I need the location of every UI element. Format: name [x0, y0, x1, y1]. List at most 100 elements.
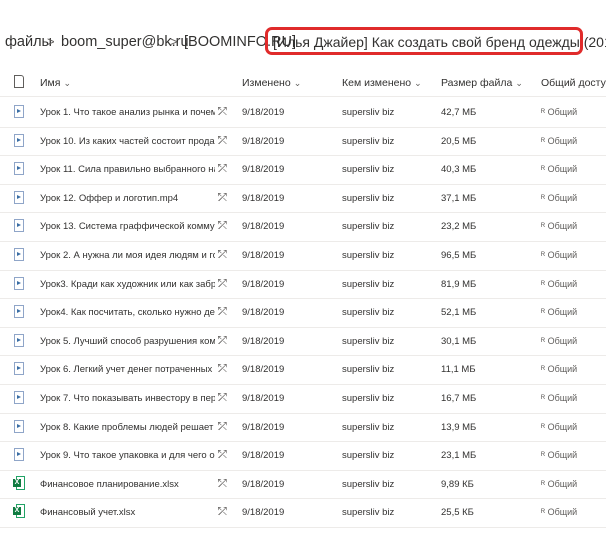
file-size: 25,5 КБ: [441, 507, 474, 519]
file-name-link[interactable]: Урок 6. Легкий учет денег потраченных ил…: [40, 364, 215, 375]
file-row[interactable]: Урок 11. Сила правильно выбранного наз..…: [0, 155, 606, 185]
file-type-header-icon[interactable]: [14, 75, 24, 88]
share-icon[interactable]: ⤱: [218, 306, 227, 319]
file-row[interactable]: Урок 12. Оффер и логотип.mp4 ⤱ 9/18/2019 su…: [0, 184, 606, 214]
sharing-status: ᴿ Общий: [541, 450, 577, 460]
sharing-status: ᴿ Общий: [541, 507, 577, 517]
modified-date: 9/18/2019: [242, 164, 285, 176]
share-icon[interactable]: ⤱: [218, 249, 227, 262]
file-row[interactable]: Урок 9. Что такое упаковка и для чего он…: [0, 441, 606, 471]
column-header-name[interactable]: Имя ⌄: [40, 77, 71, 89]
share-icon[interactable]: ⤱: [218, 335, 227, 348]
video-file-icon: [14, 333, 24, 347]
modified-date: 9/18/2019: [242, 250, 285, 261]
video-file-icon: [14, 190, 24, 204]
modified-by: supersliv biz: [342, 307, 395, 319]
share-icon[interactable]: ⤱: [218, 392, 227, 405]
sharing-status-label: Общий: [547, 107, 578, 117]
share-icon[interactable]: ⤱: [218, 135, 227, 148]
share-icon[interactable]: ⤱: [218, 478, 227, 491]
share-icon[interactable]: ⤱: [218, 192, 227, 205]
share-icon[interactable]: ⤱: [218, 220, 227, 233]
file-size: 13,9 МБ: [441, 421, 477, 433]
modified-by: supersliv biz: [342, 221, 395, 233]
file-name-link[interactable]: Урок 7. Что показывать инвестору в перв.…: [40, 393, 215, 404]
file-size: 42,7 МБ: [441, 107, 477, 118]
modified-date: 9/18/2019: [242, 278, 285, 290]
file-row[interactable]: Урок 7. Что показывать инвестору в перв.…: [0, 384, 606, 414]
video-file-icon: [14, 162, 24, 176]
file-size: 11,1 МБ: [441, 364, 476, 376]
file-row[interactable]: Урок 1. Что такое анализ рынка и почему …: [0, 98, 606, 128]
file-name-link[interactable]: Урок 2. А нужна ли моя идея людям и гот.…: [40, 250, 215, 261]
sharing-status-label: Общий: [547, 507, 578, 518]
file-name-link[interactable]: Урок4. Как посчитать, сколько нужно ден.…: [40, 307, 215, 318]
modified-by: supersliv biz: [342, 450, 395, 462]
file-row[interactable]: Урок3. Кради как художник или как забра.…: [0, 270, 606, 300]
file-name-link[interactable]: Урок3. Кради как художник или как забра.…: [40, 279, 215, 290]
file-row[interactable]: Урок 13. Система граффической коммуник..…: [0, 212, 606, 242]
sharing-status-label: Общий: [547, 135, 578, 146]
sharing-status: ᴿ Общий: [541, 479, 577, 489]
share-icon[interactable]: ⤱: [218, 363, 227, 376]
file-name-link[interactable]: Финансовое планирование.xlsx: [40, 479, 215, 490]
sharing-status-label: Общий: [547, 307, 578, 318]
file-name-link[interactable]: Урок 11. Сила правильно выбранного наз..…: [40, 164, 215, 175]
video-file-icon: [14, 105, 24, 118]
file-name-link[interactable]: Урок 1. Что такое анализ рынка и почему …: [40, 107, 215, 118]
sharing-status-label: Общий: [547, 250, 578, 260]
file-row[interactable]: Урок 5. Лучший способ разрушения компа..…: [0, 327, 606, 357]
file-name-link[interactable]: Урок 10. Из каких частей состоит продаю.…: [40, 136, 215, 147]
file-row[interactable]: Урок 2. А нужна ли моя идея людям и гот.…: [0, 241, 606, 271]
share-icon[interactable]: ⤱: [218, 506, 227, 519]
file-name-link[interactable]: Урок 5. Лучший способ разрушения компа..…: [40, 336, 215, 347]
column-header-access[interactable]: Общий доступ: [541, 77, 606, 89]
share-icon[interactable]: ⤱: [218, 163, 227, 176]
file-size: 52,1 МБ: [441, 307, 477, 319]
share-icon[interactable]: ⤱: [218, 421, 227, 434]
sharing-status: ᴿ Общий: [541, 250, 577, 260]
file-name-link[interactable]: Урок 13. Система граффической коммуник..…: [40, 221, 215, 232]
file-name-link[interactable]: Финансовый учет.xlsx: [40, 507, 215, 518]
excel-file-icon: X: [13, 475, 25, 490]
video-file-icon: [14, 391, 24, 404]
file-name-link[interactable]: Урок 12. Оффер и логотип.mp4: [40, 193, 215, 204]
video-file-icon: [14, 133, 24, 147]
file-size: 37,1 МБ: [441, 192, 477, 204]
file-row[interactable]: X Финансовый учет.xlsx ⤱ 9/18/2019 supersliv…: [0, 498, 606, 528]
file-row[interactable]: Урок4. Как посчитать, сколько нужно ден.…: [0, 298, 606, 328]
file-name-link[interactable]: Урок 9. Что такое упаковка и для чего он…: [40, 450, 215, 461]
modified-date: 9/18/2019: [242, 393, 285, 404]
file-row[interactable]: Урок 10. Из каких частей состоит продаю.…: [0, 127, 606, 157]
sharing-status: ᴿ Общий: [541, 336, 577, 346]
column-header-modified[interactable]: Изменено ⌄: [242, 77, 301, 89]
video-file-icon: [14, 248, 24, 261]
file-size: 23,2 МБ: [441, 221, 477, 233]
share-icon[interactable]: ⤱: [218, 278, 227, 291]
sharing-status-label: Общий: [547, 335, 578, 346]
sharing-status-label: Общий: [547, 221, 578, 232]
sharing-status-label: Общий: [547, 164, 578, 175]
share-icon[interactable]: ⤱: [218, 449, 227, 462]
file-row[interactable]: Урок 8. Какие проблемы людей решает о...…: [0, 413, 606, 443]
column-header-row: Имя ⌄ Изменено ⌄ Кем изменено ⌄ Размер файл…: [0, 66, 606, 97]
modified-date: 9/18/2019: [242, 335, 285, 347]
sharing-status: ᴿ Общий: [541, 164, 577, 174]
modified-date: 9/18/2019: [242, 107, 285, 118]
sharing-status: ᴿ Общий: [541, 221, 577, 231]
video-file-icon: [14, 219, 24, 233]
column-header-modified-by[interactable]: Кем изменено ⌄: [342, 77, 422, 89]
modified-date: 9/18/2019: [242, 221, 285, 233]
highlight-annotation: [265, 27, 583, 55]
excel-file-icon: X: [13, 504, 25, 519]
column-header-size[interactable]: Размер файла ⌄: [441, 77, 523, 89]
sharing-status-label: Общий: [547, 393, 578, 403]
file-size: 40,3 МБ: [441, 164, 477, 176]
breadcrumb-item-files[interactable]: файлы: [5, 34, 52, 50]
file-name-link[interactable]: Урок 8. Какие проблемы людей решает о...: [40, 422, 215, 433]
file-size: 23,1 МБ: [441, 450, 477, 462]
sharing-status: ᴿ Общий: [541, 107, 577, 117]
file-row[interactable]: X Финансовое планирование.xlsx ⤱ 9/18/2019 s…: [0, 470, 606, 500]
file-row[interactable]: Урок 6. Легкий учет денег потраченных ил…: [0, 355, 606, 385]
share-icon[interactable]: ⤱: [218, 106, 227, 119]
